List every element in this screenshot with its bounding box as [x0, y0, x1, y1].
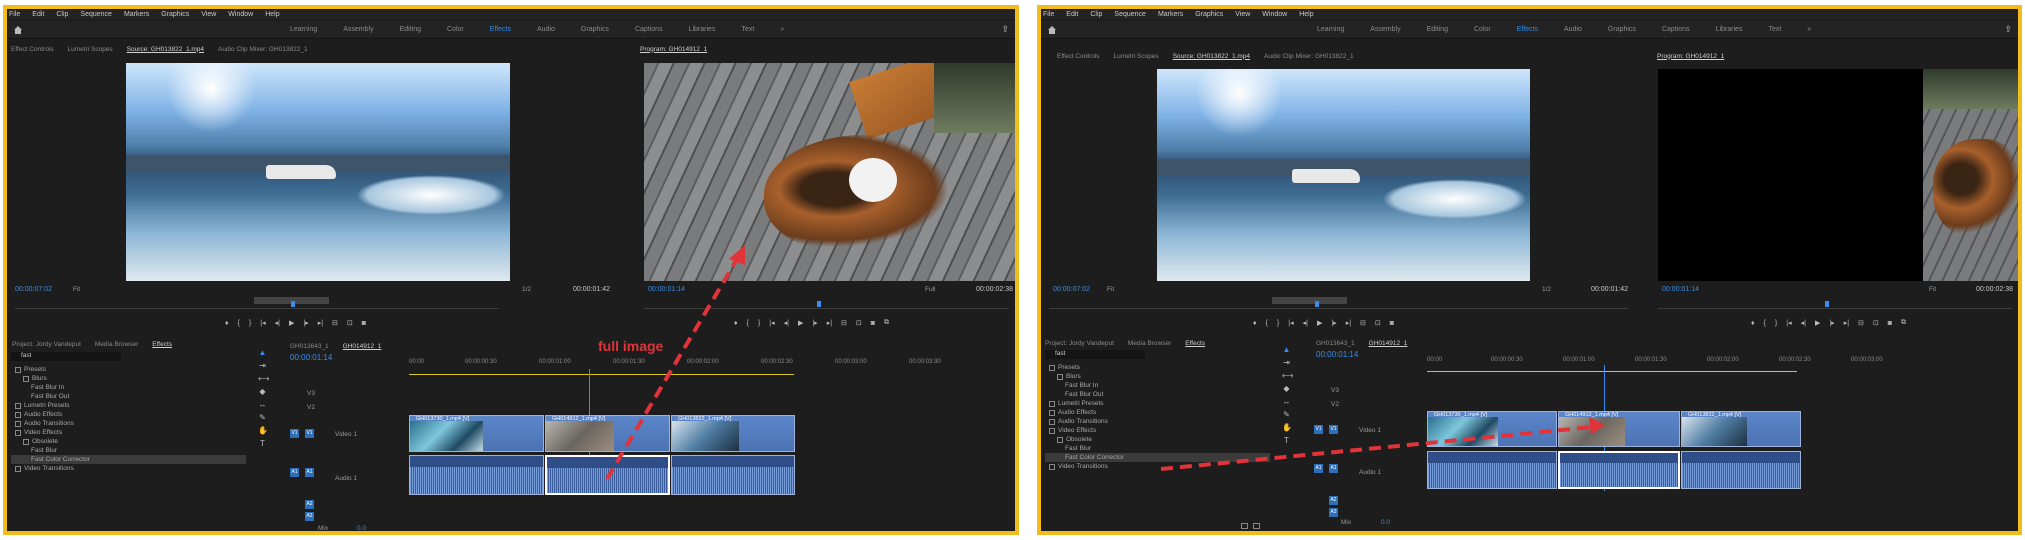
annotation-arrow	[605, 245, 745, 481]
left-screenshot: File Edit Clip Sequence Markers Graphics…	[3, 5, 1019, 535]
right-screenshot: File Edit Clip Sequence Markers Graphics…	[1037, 5, 2022, 535]
annotation-label: full image	[598, 338, 664, 354]
annotation-arrow	[1160, 417, 1605, 471]
